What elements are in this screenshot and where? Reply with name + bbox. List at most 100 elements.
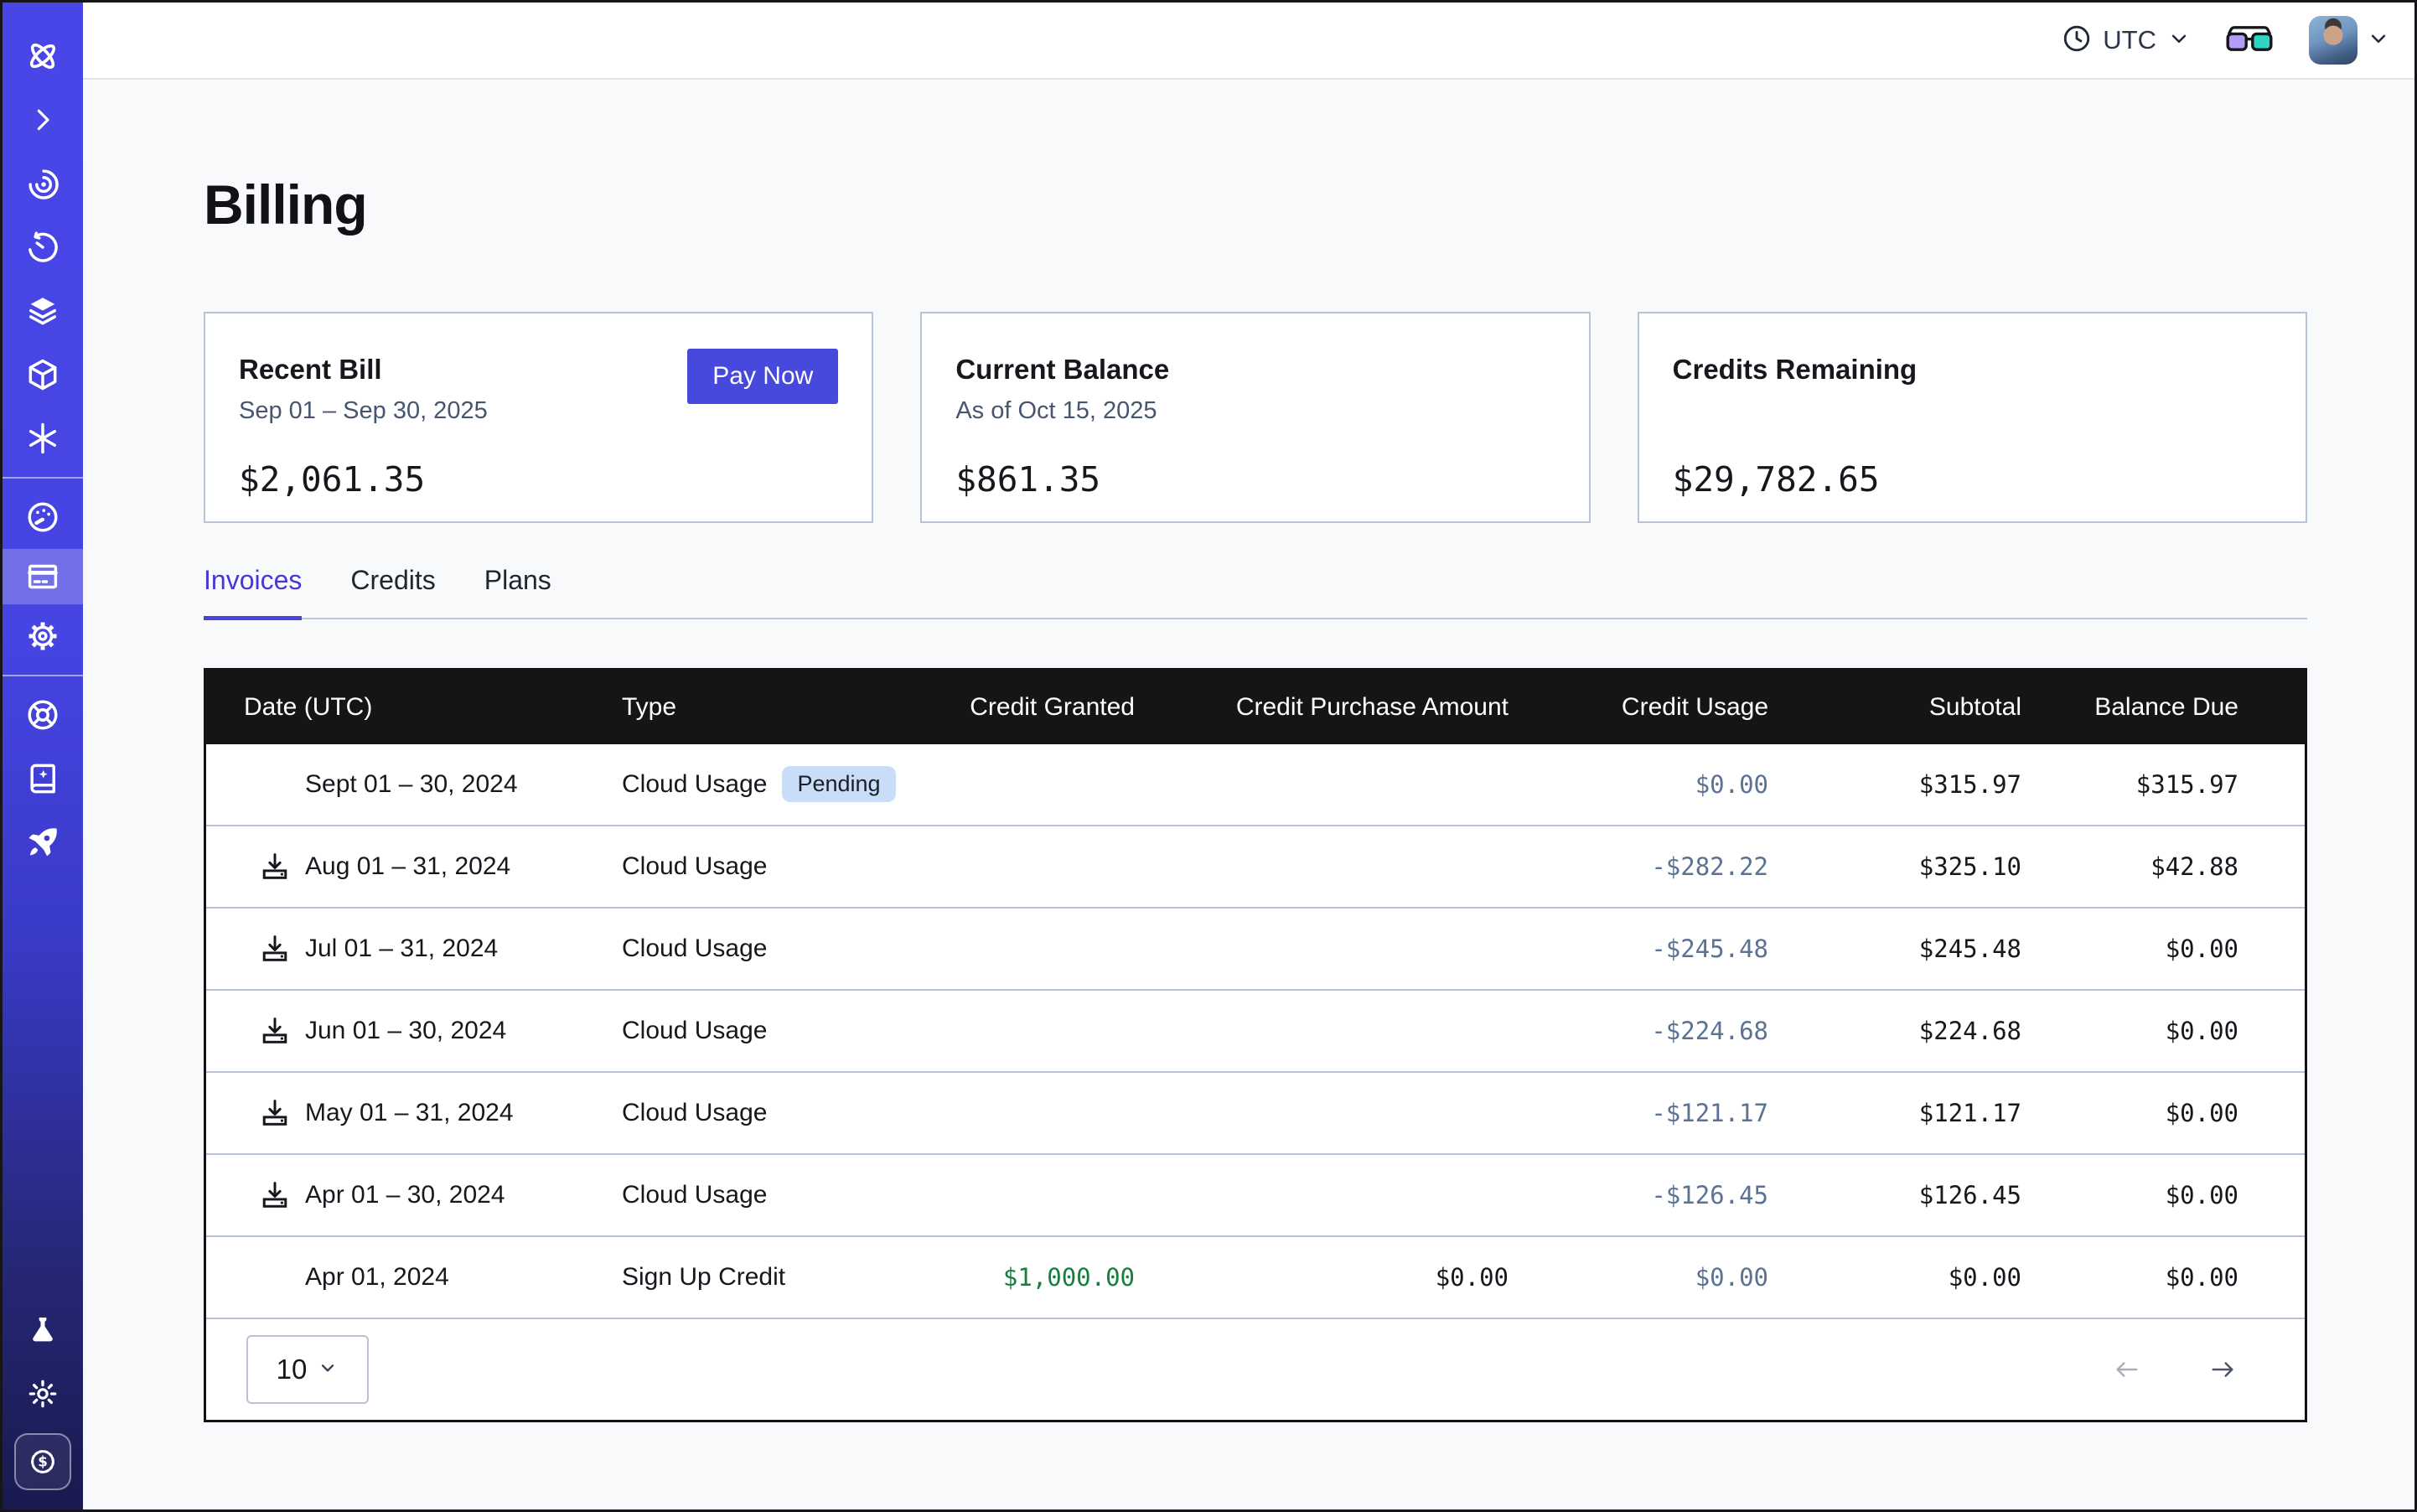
pay-now-button[interactable]: Pay Now [687, 349, 838, 404]
column-header-credit-purchase: Credit Purchase Amount [1135, 693, 1509, 722]
invoice-date: Aug 01 – 31, 2024 [305, 852, 510, 881]
invoice-date: May 01 – 31, 2024 [305, 1099, 514, 1127]
next-page-button[interactable] [2202, 1357, 2243, 1382]
credit-usage-value: -$126.45 [1509, 1181, 1768, 1209]
subtotal-value: $121.17 [1768, 1099, 2021, 1127]
credit-purchase-value: $0.00 [1135, 1263, 1509, 1292]
column-header-credit-usage: Credit Usage [1509, 693, 1768, 722]
table-header-row: Date (UTC) Type Credit Granted Credit Pu… [206, 671, 2305, 744]
balance-due-value: $315.97 [2021, 770, 2238, 799]
page-title: Billing [204, 170, 2307, 240]
credit-usage-value: -$245.48 [1509, 935, 1768, 963]
credits-remaining-card: Credits Remaining $29,782.65 [1638, 312, 2307, 523]
namespaces-icon[interactable] [3, 343, 83, 406]
invoice-type: Cloud Usage [622, 935, 767, 963]
recent-bill-amount: $2,061.35 [239, 459, 838, 500]
workflows-icon[interactable] [3, 152, 83, 215]
chevron-right-icon[interactable] [3, 88, 83, 152]
invoice-date: Jul 01 – 31, 2024 [305, 935, 498, 963]
page-size-select[interactable]: 10 [246, 1335, 369, 1404]
card-title: Current Balance [955, 354, 1555, 386]
table-row: May 01 – 31, 2024 Cloud Usage -$121.17 $… [206, 1071, 2305, 1153]
schedules-icon[interactable] [3, 215, 83, 279]
table-pagination: 10 [206, 1318, 2305, 1420]
credit-usage-value: -$224.68 [1509, 1017, 1768, 1045]
balance-due-value: $0.00 [2021, 1263, 2238, 1292]
timezone-selector[interactable]: UTC [2061, 23, 2192, 59]
deployments-icon[interactable] [3, 279, 83, 343]
theme-toggle-icon[interactable] [3, 1362, 83, 1426]
column-header-type: Type [622, 693, 907, 722]
balance-due-value: $0.00 [2021, 1099, 2238, 1127]
tab-credits[interactable]: Credits [350, 565, 435, 620]
download-invoice-button[interactable] [256, 1012, 293, 1049]
temporal-logo[interactable] [3, 24, 83, 88]
status-badge: Pending [782, 766, 895, 802]
subtotal-value: $0.00 [1768, 1263, 2021, 1292]
card-as-of: As of Oct 15, 2025 [955, 397, 1555, 427]
invoice-type: Cloud Usage [622, 1181, 767, 1209]
settings-icon[interactable] [3, 604, 83, 668]
column-header-balance-due: Balance Due [2021, 693, 2238, 722]
download-invoice-button[interactable] [256, 1095, 293, 1131]
usage-icon[interactable] [3, 485, 83, 549]
sidebar-divider [3, 675, 83, 676]
subtotal-value: $315.97 [1768, 770, 2021, 799]
invoice-type: Cloud Usage [622, 770, 767, 799]
chevron-down-icon [317, 1354, 339, 1385]
column-header-date: Date (UTC) [206, 693, 622, 722]
invoice-type: Sign Up Credit [622, 1263, 785, 1292]
credit-usage-value: $0.00 [1509, 770, 1768, 799]
download-invoice-button[interactable] [256, 1177, 293, 1214]
card-title: Credits Remaining [1673, 354, 2272, 386]
invoices-table: Date (UTC) Type Credit Granted Credit Pu… [204, 668, 2307, 1422]
invoice-type: Cloud Usage [622, 1099, 767, 1127]
main-content: Billing Recent Bill Sep 01 – Sep 30, 202… [83, 170, 2414, 1422]
account-menu-chevron-icon[interactable] [2366, 26, 2391, 55]
download-invoice-button[interactable] [256, 930, 293, 967]
sidebar-divider [3, 477, 83, 479]
sidebar-footer: $ [3, 1298, 83, 1509]
getting-started-icon[interactable] [3, 810, 83, 874]
credit-granted-value: $1,000.00 [907, 1263, 1135, 1292]
support-icon[interactable] [3, 683, 83, 747]
recent-bill-card: Recent Bill Sep 01 – Sep 30, 2025 $2,061… [204, 312, 873, 523]
nexus-icon[interactable] [3, 406, 83, 470]
subtotal-value: $245.48 [1768, 935, 2021, 963]
table-row: Aug 01 – 31, 2024 Cloud Usage -$282.22 $… [206, 825, 2305, 907]
credit-usage-value: -$121.17 [1509, 1099, 1768, 1127]
column-header-subtotal: Subtotal [1768, 693, 2021, 722]
invoice-type: Cloud Usage [622, 1017, 767, 1045]
previous-page-button[interactable] [2107, 1357, 2147, 1382]
page-size-value: 10 [277, 1354, 308, 1385]
credits-remaining-amount: $29,782.65 [1673, 459, 2272, 500]
current-balance-amount: $861.35 [955, 459, 1555, 500]
current-balance-card: Current Balance As of Oct 15, 2025 $861.… [920, 312, 1590, 523]
credit-usage-value: $0.00 [1509, 1263, 1768, 1292]
table-row: Sept 01 – 30, 2024 Cloud Usage Pending $… [206, 744, 2305, 825]
tab-invoices[interactable]: Invoices [204, 565, 302, 620]
docs-icon[interactable] [3, 747, 83, 810]
billing-icon[interactable] [3, 549, 83, 604]
table-row: Apr 01 – 30, 2024 Cloud Usage -$126.45 $… [206, 1153, 2305, 1235]
topbar: UTC [83, 3, 2414, 80]
sidebar: $ [3, 3, 83, 1509]
credits-coin-icon[interactable]: $ [3, 1426, 83, 1489]
table-body: Sept 01 – 30, 2024 Cloud Usage Pending $… [206, 744, 2305, 1318]
clock-icon [2061, 23, 2093, 59]
credits-coin-button[interactable]: $ [14, 1433, 71, 1490]
labs-icon[interactable] [3, 1298, 83, 1362]
sidebar-nav [3, 3, 83, 874]
3d-glasses-icon[interactable] [2225, 23, 2274, 57]
balance-due-value: $0.00 [2021, 1181, 2238, 1209]
user-avatar[interactable] [2309, 16, 2357, 65]
subtotal-value: $224.68 [1768, 1017, 2021, 1045]
credit-usage-value: -$282.22 [1509, 852, 1768, 881]
table-row: Jun 01 – 30, 2024 Cloud Usage -$224.68 $… [206, 989, 2305, 1071]
billing-tabs: Invoices Credits Plans [204, 565, 2307, 619]
subtotal-value: $325.10 [1768, 852, 2021, 881]
tab-plans[interactable]: Plans [484, 565, 551, 620]
subtotal-value: $126.45 [1768, 1181, 2021, 1209]
invoice-type: Cloud Usage [622, 852, 767, 881]
download-invoice-button[interactable] [256, 848, 293, 885]
